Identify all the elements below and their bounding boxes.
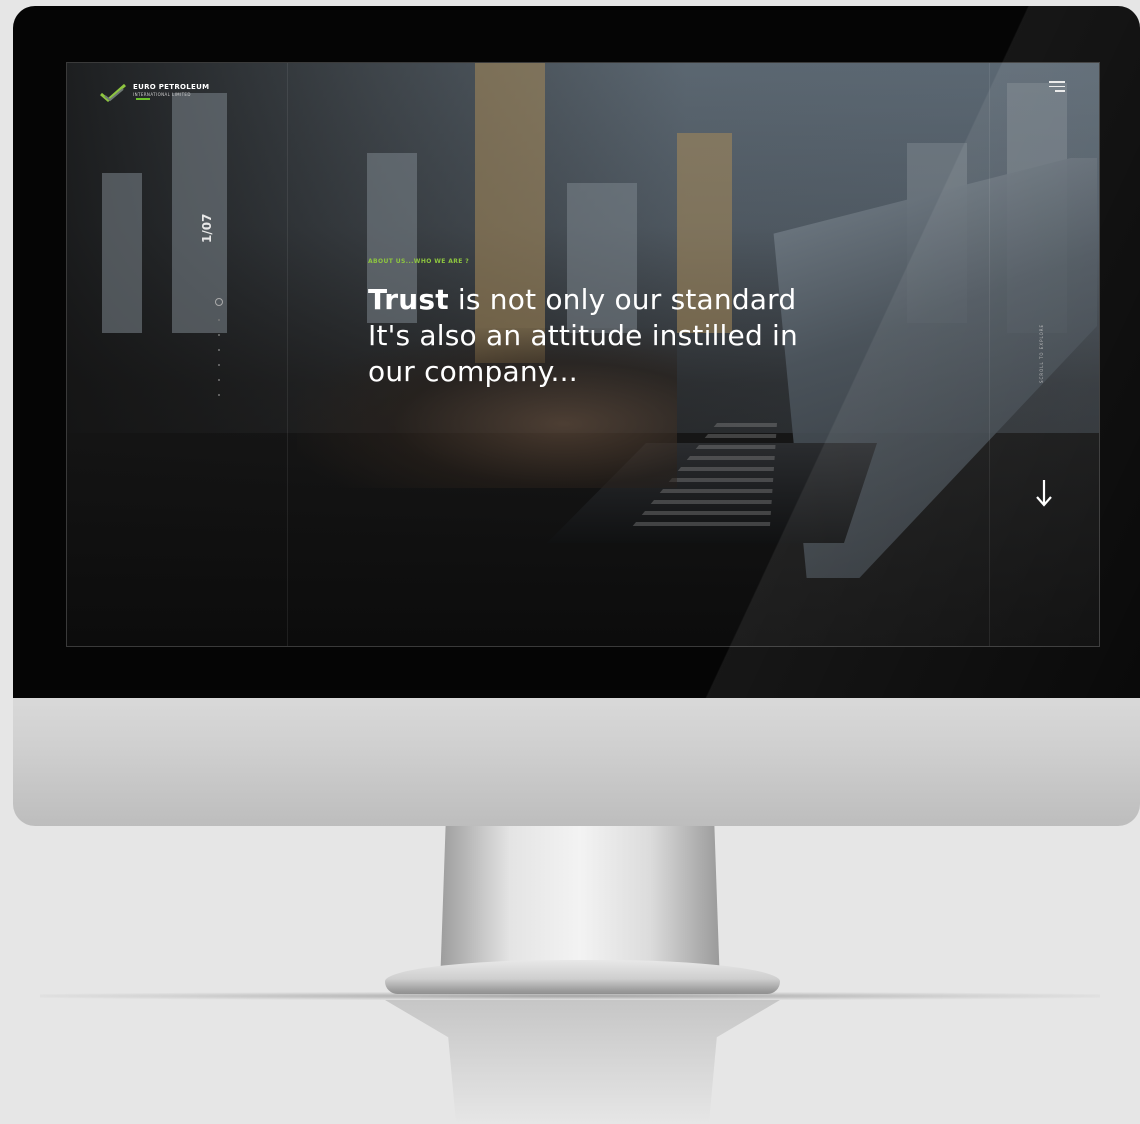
headline-line-2: It's also an attitude instilled in [368, 319, 798, 352]
logo-check-icon [100, 83, 126, 102]
pagination-dot-active[interactable] [215, 298, 223, 306]
website-screen: EURO PETROLEUM INTERNATIONAL LIMITED 1/0… [66, 62, 1100, 647]
slide-counter: 1/07 [200, 213, 214, 243]
grid-divider [989, 63, 990, 646]
stand-reflection [385, 1000, 780, 1124]
grid-divider [287, 63, 288, 646]
pagination-dot[interactable] [218, 394, 220, 396]
scroll-to-explore-label: SCROLL TO EXPLORE [1039, 323, 1044, 383]
logo-name: EURO PETROLEUM [133, 83, 210, 91]
pagination-dot[interactable] [218, 319, 220, 321]
pagination-dot[interactable] [218, 364, 220, 366]
monitor-stand-base [385, 960, 780, 994]
monitor-chin [13, 698, 1140, 826]
slide-pagination [215, 298, 223, 396]
headline-emphasis: Trust [368, 283, 449, 316]
logo-subtitle: INTERNATIONAL LIMITED [133, 92, 191, 97]
section-eyebrow: ABOUT US...WHO WE ARE ? [368, 258, 470, 265]
pagination-dot[interactable] [218, 349, 220, 351]
logo-accent-bar [136, 98, 150, 100]
headline-line-1: is not only our standard [448, 283, 797, 316]
hamburger-menu-icon[interactable] [1049, 81, 1065, 93]
hero-headline: Trust is not only our standard It's also… [368, 282, 888, 390]
arrow-down-icon[interactable] [1035, 478, 1053, 508]
pagination-dot[interactable] [218, 334, 220, 336]
logo-tagline [133, 98, 209, 100]
background-building [102, 173, 142, 333]
pagination-dot[interactable] [218, 379, 220, 381]
floor-shadow [40, 992, 1100, 1000]
headline-line-3: our company... [368, 355, 578, 388]
site-logo[interactable]: EURO PETROLEUM INTERNATIONAL LIMITED [99, 83, 209, 103]
